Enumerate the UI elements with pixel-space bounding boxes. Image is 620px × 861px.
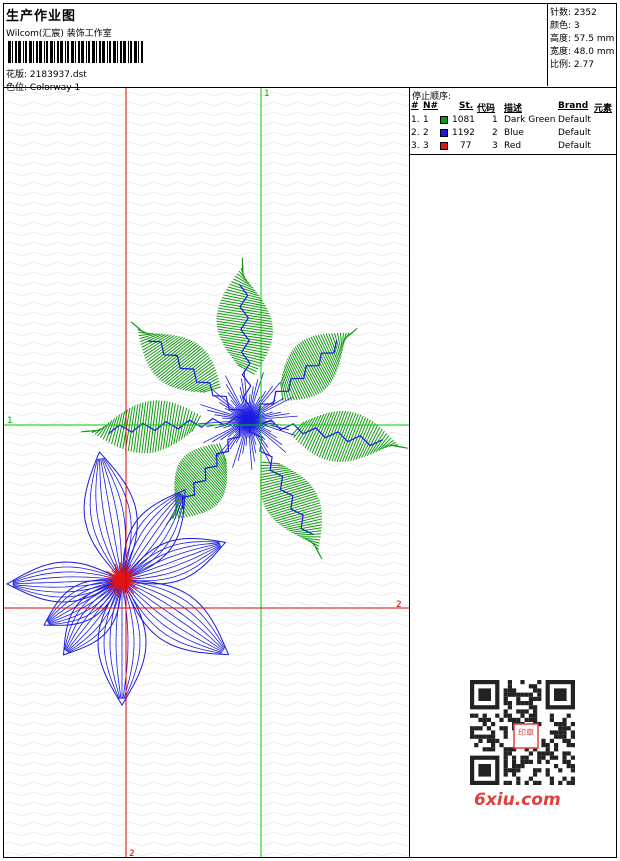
- col-element: 元素: [594, 104, 613, 114]
- watermark-text: 6xiu.com: [474, 790, 561, 810]
- green-axis-top-label: 1: [264, 89, 270, 99]
- studio-name: Wilcom(汇宸) 装饰工作室: [6, 29, 112, 39]
- design-label: 花版:: [6, 70, 28, 80]
- stat-colors: 颜色: 3: [550, 21, 580, 31]
- qr-code-icon: 印章: [470, 680, 580, 790]
- stat-width: 宽度: 48.0 mm: [550, 47, 615, 57]
- table-row: 2. 2 1192 2 Blue Default: [411, 128, 591, 138]
- embroidery-preview: 1 1 2 2: [4, 88, 409, 857]
- stats-box: 针数: 2352 颜色: 3 高度: 57.5 mm 宽度: 48.0 mm 比…: [547, 3, 617, 86]
- design-canvas: 1 1 2 2: [4, 88, 409, 857]
- design-file: 2183937.dst: [29, 70, 87, 80]
- table-bottom-rule: [410, 154, 616, 155]
- color-swatch-green: [440, 116, 448, 124]
- col-stitches: St.: [459, 101, 474, 111]
- red-axis-right-label: 2: [396, 600, 402, 610]
- header-left: 生产作业图 Wilcom(汇宸) 装饰工作室 花版: 2183937.dst 色…: [6, 5, 544, 93]
- col-no: N#: [423, 101, 439, 111]
- col-desc: 描述: [504, 104, 523, 114]
- barcode-icon: [8, 41, 143, 63]
- stat-height: 高度: 57.5 mm: [550, 34, 615, 44]
- col-code: 代码: [477, 104, 496, 114]
- green-axis-left-label: 1: [7, 416, 13, 426]
- sheet-title: 生产作业图: [6, 9, 77, 24]
- color-swatch-blue: [440, 129, 448, 137]
- color-swatch-red: [440, 142, 448, 150]
- table-row: 1. 1 1081 1 Dark Green Default: [411, 115, 591, 125]
- col-brand: Brand: [558, 101, 589, 111]
- qr-stamp: 印章: [518, 727, 534, 737]
- fabric-background: [4, 88, 409, 857]
- stat-stitches: 针数: 2352: [550, 8, 597, 18]
- col-index: #: [411, 101, 419, 111]
- stat-scale: 比例: 2.77: [550, 60, 594, 70]
- design-file-line: 花版: 2183937.dst: [6, 67, 87, 80]
- table-row: 3. 3 77 3 Red Default: [411, 141, 591, 151]
- red-axis-bottom-label: 2: [129, 849, 135, 857]
